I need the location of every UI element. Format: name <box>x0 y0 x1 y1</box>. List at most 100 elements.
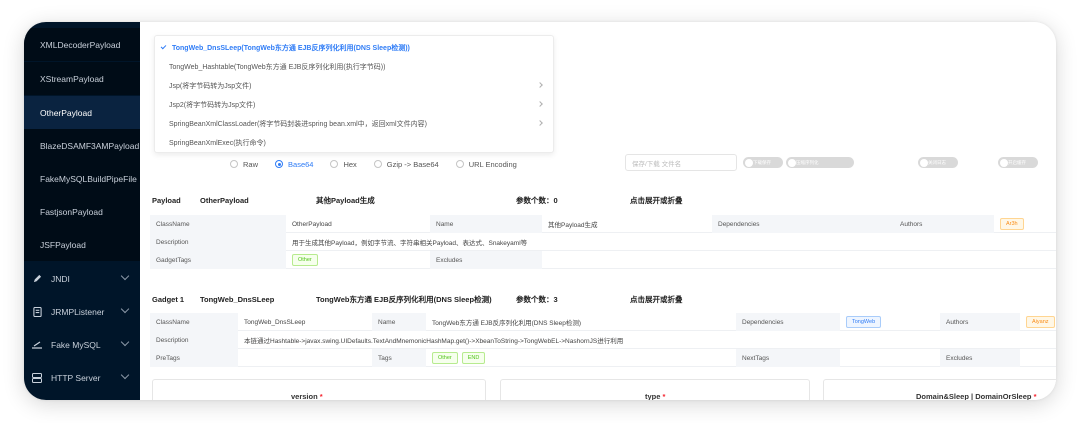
radio-gzip-base64[interactable]: Gzip -> Base64 <box>373 160 439 169</box>
dropdown-option-label: TongWeb_DnsSLeep(TongWeb东方通 EJB反序列化利用(DN… <box>172 44 410 52</box>
dropdown-option-jsp[interactable]: Jsp(将字节码转为Jsp文件) <box>155 76 553 95</box>
sidebar-item-otherpayload[interactable]: OtherPayload <box>24 96 140 129</box>
main-content: TongWeb_DnsSLeep(TongWeb东方通 EJB反序列化利用(DN… <box>140 22 1056 400</box>
toggle-log[interactable]: 关闭日志 <box>918 157 958 168</box>
cell-label: ClassName <box>150 313 238 331</box>
sidebar-item-label: FakeMySQLBuildPipeFile <box>40 173 137 184</box>
chevron-down-icon <box>120 304 130 314</box>
radio-hex[interactable]: Hex <box>330 160 357 169</box>
cell-value: OtherPayload <box>292 220 332 228</box>
nexttags-value <box>840 349 940 367</box>
cell-label: Description <box>150 233 286 251</box>
dropdown-option-tongweb-hashtable[interactable]: TongWeb_Hashtable(TongWeb东方通 EJB反序列化利用(执… <box>155 57 553 76</box>
excludes-value <box>1020 349 1056 367</box>
table-row: ClassName OtherPayload Name 其他Payload生成 … <box>150 215 1056 233</box>
sidebar-item-jsfpayload[interactable]: JSFPayload <box>24 228 140 261</box>
cell-label: Excludes <box>940 349 1020 367</box>
chevron-down-icon <box>120 271 130 281</box>
param-label-text: type <box>645 392 661 400</box>
required-mark: * <box>319 392 323 400</box>
cell-label: GadgetTags <box>150 251 286 269</box>
gadget-section-name: TongWeb_DnsSLeep <box>200 294 275 304</box>
gadgettags-cell: Other <box>286 251 430 269</box>
sidebar-item-fakemysqlbuildpipefile[interactable]: FakeMySQLBuildPipeFile <box>24 162 140 195</box>
cell-value: TongWeb东方通 EJB反序列化利用(DNS Sleep检测) <box>432 320 582 327</box>
table-row: Description 本链通过Hashtable->javax.swing.U… <box>150 331 1056 349</box>
param-label-version: version * <box>291 392 323 400</box>
gadget-dropdown-menu: TongWeb_DnsSLeep(TongWeb东方通 EJB反序列化利用(DN… <box>154 35 554 153</box>
table-row: Description 用于生成其他Payload，例如字节流、字符串相关Pay… <box>150 233 1056 251</box>
save-filename-input[interactable]: 保存/下载 文件名 <box>625 154 737 171</box>
sidebar-group-jndi[interactable]: JNDI <box>24 262 140 295</box>
edit-icon <box>32 340 42 350</box>
radio-dot <box>373 160 382 168</box>
toggle-download-save[interactable]: 下载保存 <box>743 157 783 168</box>
dropdown-option-label: SpringBeanXmlExec(执行命令) <box>169 139 266 147</box>
table-row: PreTags Tags Other END NextTags Excludes <box>150 349 1056 367</box>
chevron-down-icon <box>120 370 130 380</box>
cell-label: Excludes <box>430 251 542 269</box>
cell-value: TongWeb_DnsSLeep <box>244 318 306 326</box>
payload-collapse-toggle[interactable]: 点击展开或折叠 <box>630 194 683 206</box>
cell-label: Authors <box>940 313 1020 331</box>
sidebar-item-xstreampayload[interactable]: XStreamPayload <box>24 62 140 95</box>
dropdown-option-springbeanxmlexec[interactable]: SpringBeanXmlExec(执行命令) <box>155 133 553 152</box>
chevron-down-icon <box>120 337 130 347</box>
param-card-type[interactable]: type * <box>500 379 810 400</box>
toggle-label: 下载保存 <box>753 159 771 165</box>
authors-cell: Aiyanz <box>1020 313 1056 331</box>
sidebar-group-jrmplistener[interactable]: JRMPListener <box>24 295 140 328</box>
radio-url-encoding[interactable]: URL Encoding <box>455 159 517 169</box>
input-placeholder: 保存/下载 文件名 <box>632 160 682 168</box>
payload-section-title: Payload <box>152 195 181 205</box>
payload-param-count: 参数个数：0 <box>516 195 558 205</box>
dropdown-option-springbeanxmlclassloader[interactable]: SpringBeanXmlClassLoader(将字节码封装进spring b… <box>155 114 553 133</box>
sidebar-group-http-server[interactable]: HTTP Server <box>24 361 140 394</box>
sidebar-item-label: OtherPayload <box>40 107 92 118</box>
sidebar-item-blazedsamf3ampayload[interactable]: BlazeDSAMF3AMPayload <box>24 129 140 162</box>
param-label-text: version <box>291 392 318 400</box>
chevron-right-icon <box>537 82 543 88</box>
sidebar-item-xmldecoderpayload[interactable]: XMLDecoderPayload <box>24 28 140 61</box>
chevron-right-icon <box>537 101 543 107</box>
required-mark: * <box>662 392 666 400</box>
cell-value: 本链通过Hashtable->javax.swing.UIDefaults.Te… <box>244 338 624 345</box>
dropdown-option-tongweb-dnssleep[interactable]: TongWeb_DnsSLeep(TongWeb东方通 EJB反序列化利用(DN… <box>155 38 553 57</box>
sidebar-group-label: JRMPListener <box>51 306 105 317</box>
radio-raw[interactable]: Raw <box>230 160 258 169</box>
sidebar-group-label: Fake MySQL <box>51 339 101 350</box>
param-label-text: Domain&Sleep | DomainOrSleep <box>916 392 1032 400</box>
cell-label: Name <box>430 215 542 233</box>
dependency-tag: TongWeb <box>846 316 882 328</box>
table-row: GadgetTags Other Excludes <box>150 251 1056 269</box>
radio-base64[interactable]: Base64 <box>275 160 313 169</box>
cell-label: Tags <box>372 349 426 367</box>
dropdown-option-jsp2[interactable]: Jsp2(将字节码转为Jsp文件) <box>155 95 553 114</box>
sidebar-item-label: XStreamPayload <box>40 73 104 84</box>
sidebar-group-label: HTTP Server <box>51 372 101 383</box>
author-tag: Ar3h <box>1000 218 1024 230</box>
dropdown-option-label: Jsp2(将字节码转为Jsp文件) <box>169 101 256 109</box>
cell-label: Dependencies <box>736 313 840 331</box>
toggle-cache[interactable]: 开启缓存 <box>998 157 1038 168</box>
gadget-section-desc: TongWeb东方通 EJB反序列化利用(DNS Sleep检测) <box>316 294 492 304</box>
radio-label: Base64 <box>288 159 314 169</box>
dropdown-option-label: TongWeb_Hashtable(TongWeb东方通 EJB反序列化利用(执… <box>169 63 386 71</box>
sidebar-item-label: JSFPayload <box>40 239 86 250</box>
tag-other: Other <box>432 352 458 364</box>
gadget-collapse-toggle[interactable]: 点击展开或折叠 <box>630 293 683 305</box>
radio-label: URL Encoding <box>468 159 517 169</box>
sidebar-item-fastjsonpayload[interactable]: FastjsonPayload <box>24 195 140 228</box>
dropdown-option-label: SpringBeanXmlClassLoader(将字节码封装进spring b… <box>169 120 427 128</box>
cell-label: Description <box>150 331 238 349</box>
toggle-compress-serialize[interactable]: 压缩序列化 <box>786 157 854 168</box>
sidebar-group-fake-mysql[interactable]: Fake MySQL <box>24 328 140 361</box>
sidebar: XMLDecoderPayload XStreamPayload OtherPa… <box>24 22 140 400</box>
tags-cell: Other END <box>426 349 736 367</box>
param-card-version[interactable]: version * <box>152 379 486 400</box>
dependencies-cell: TongWeb <box>840 313 940 331</box>
cell-label: PreTags <box>150 349 238 367</box>
gadget-param-count: 参数个数：3 <box>516 294 558 304</box>
radio-dot <box>455 160 464 168</box>
param-card-domain-sleep[interactable]: Domain&Sleep | DomainOrSleep * <box>823 379 1056 400</box>
